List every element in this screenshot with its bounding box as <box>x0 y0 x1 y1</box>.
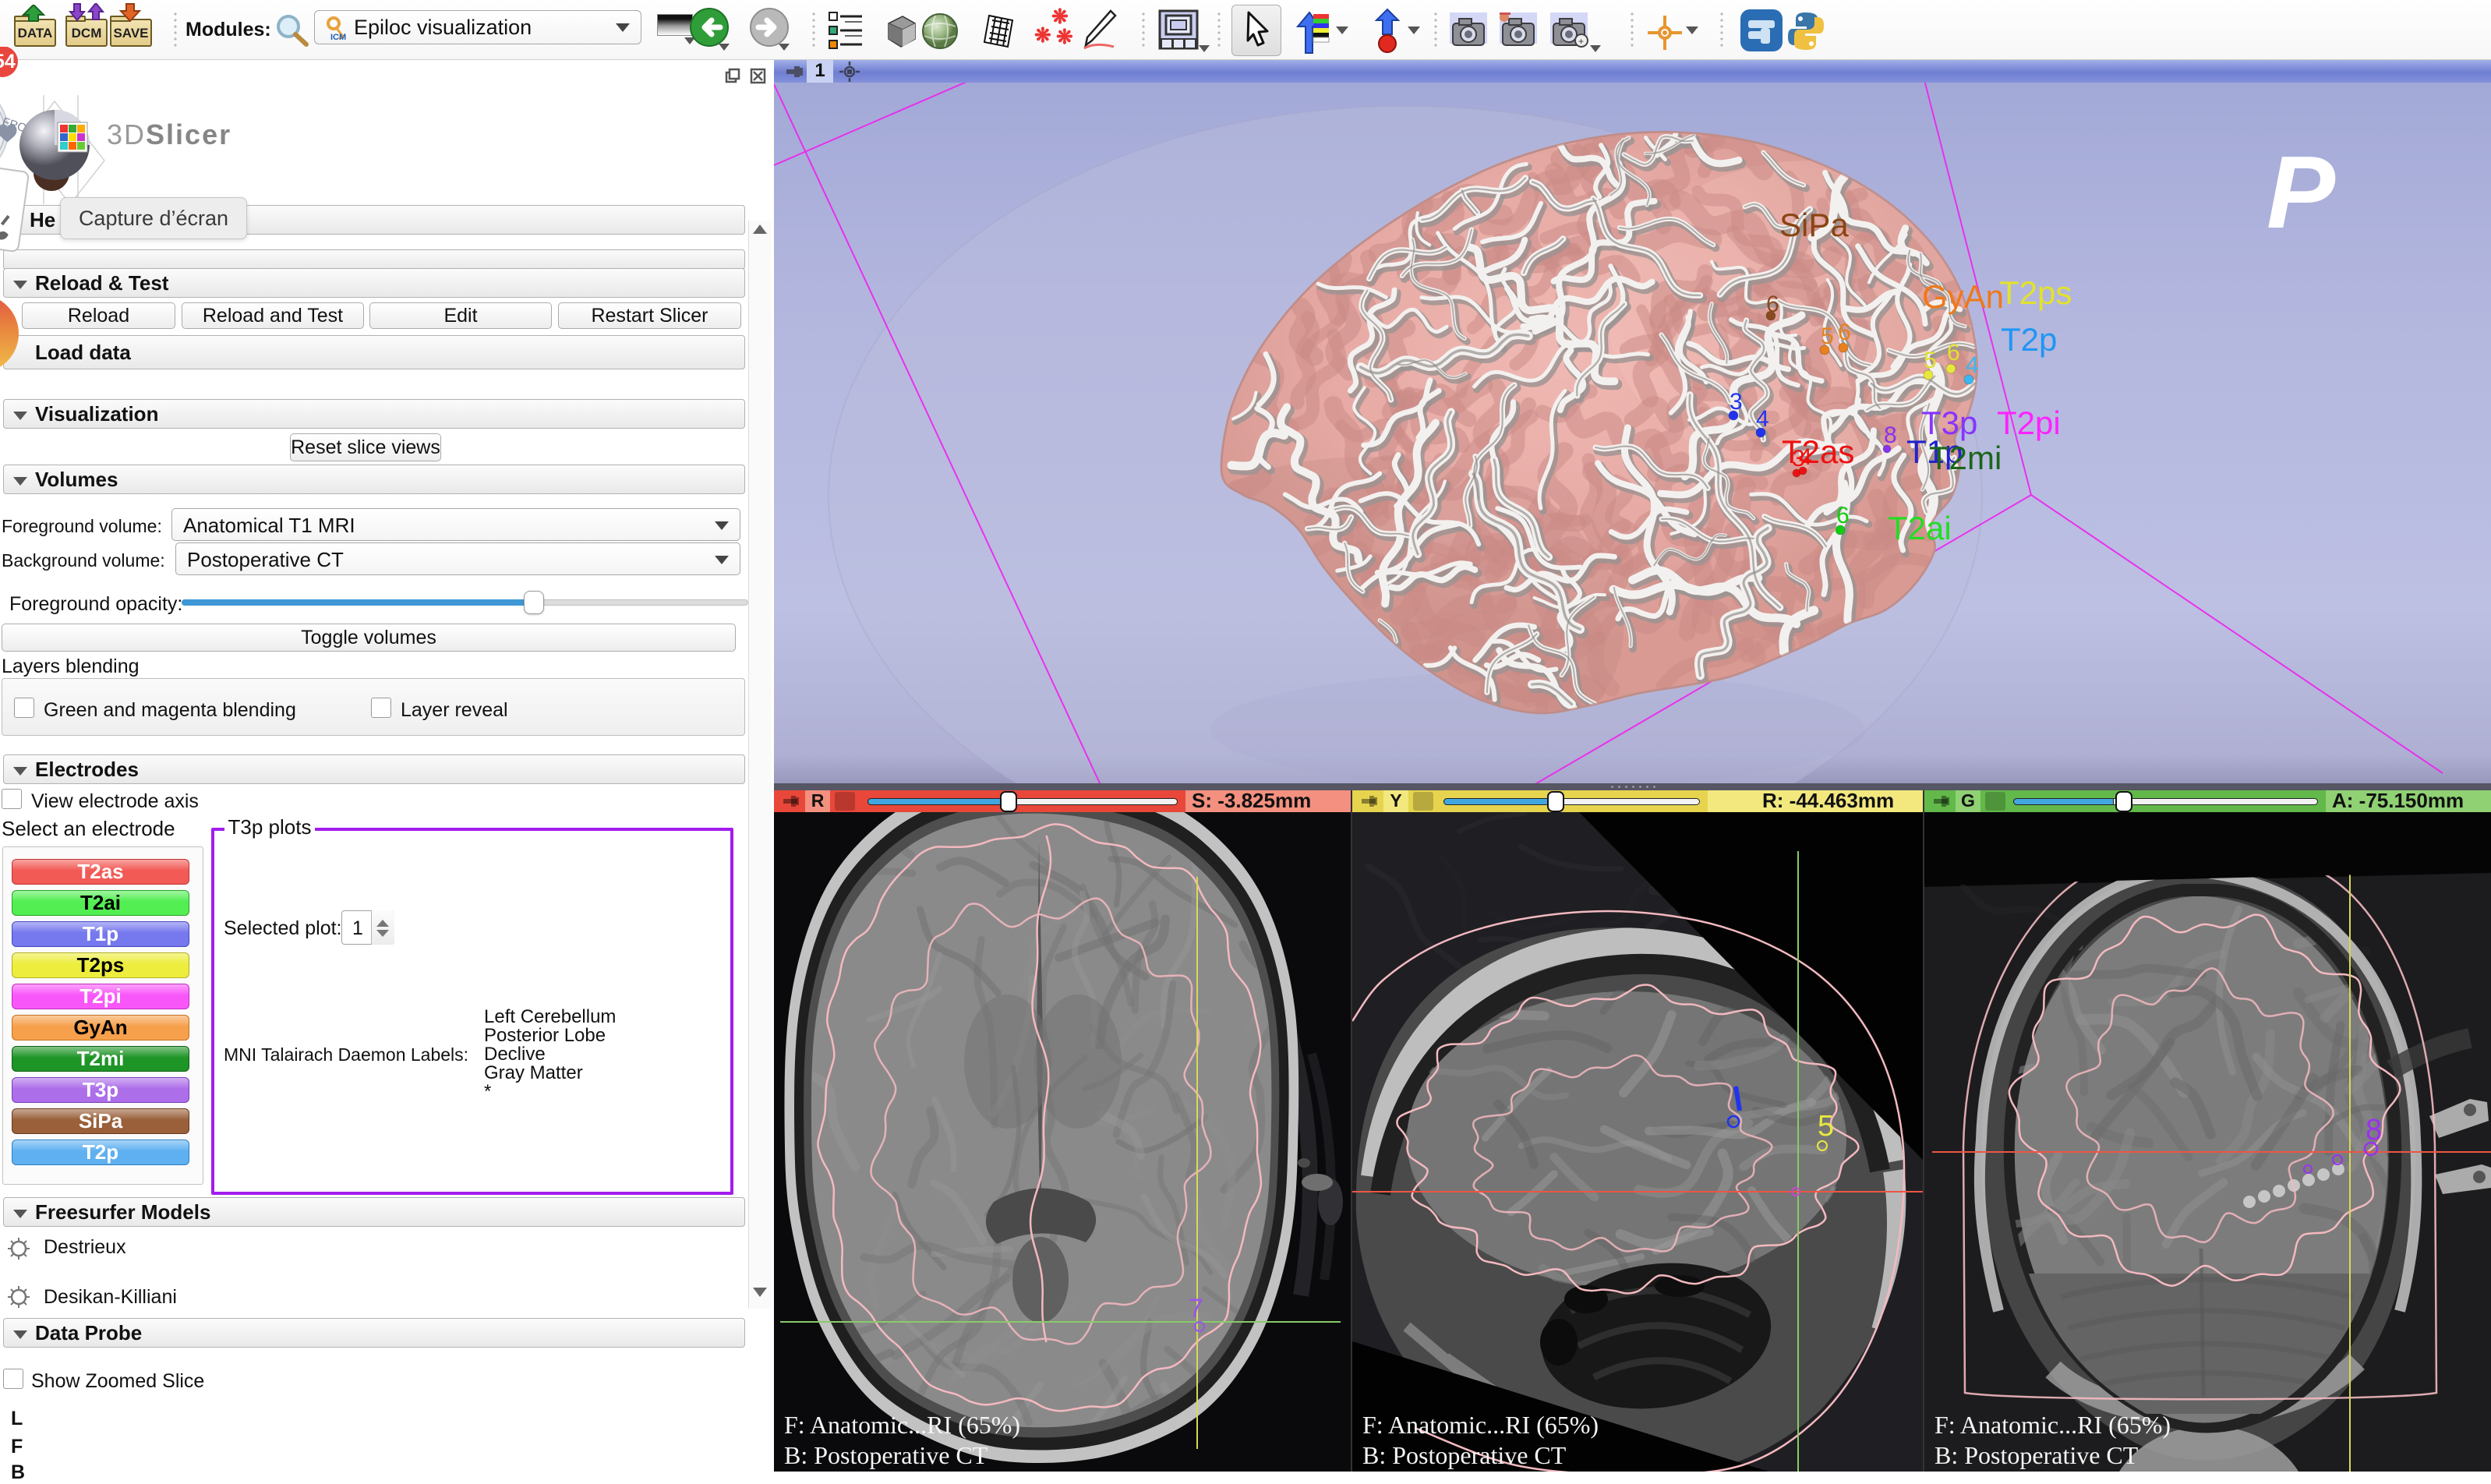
svg-text:T2as: T2as <box>1782 433 1854 470</box>
svg-text:P: P <box>2267 135 2336 249</box>
svg-text:T2ps: T2ps <box>1999 274 2072 311</box>
svg-text:T2mi: T2mi <box>1929 440 2002 476</box>
svg-text:T2pi: T2pi <box>1997 405 2061 441</box>
svg-text:6: 6 <box>1947 340 1960 366</box>
svg-text:5: 5 <box>1821 323 1834 349</box>
svg-text:F: Anatomic...RI (65%): F: Anatomic...RI (65%) <box>1362 1411 1599 1439</box>
svg-text:SiPa: SiPa <box>1779 207 1849 243</box>
svg-text:6: 6 <box>1766 292 1779 317</box>
svg-text:+: + <box>1578 36 1584 47</box>
svg-text:GyAn: GyAn <box>1922 278 2004 315</box>
svg-text:T2p: T2p <box>2001 321 2057 358</box>
svg-text:54: 54 <box>0 51 16 72</box>
svg-text:6: 6 <box>1838 320 1851 345</box>
svg-text:8: 8 <box>1884 422 1897 448</box>
svg-text:4: 4 <box>1756 406 1769 432</box>
svg-text:4: 4 <box>1966 352 1979 378</box>
svg-text:T2ai: T2ai <box>1888 510 1952 546</box>
svg-text:F: Anatomic...RI (65%): F: Anatomic...RI (65%) <box>784 1411 1020 1439</box>
svg-text:B: Postoperative CT: B: Postoperative CT <box>1362 1441 1567 1469</box>
svg-text:6: 6 <box>1836 503 1850 528</box>
svg-text:3DSlicer: 3DSlicer <box>107 118 231 150</box>
svg-text:F: Anatomic...RI (65%): F: Anatomic...RI (65%) <box>1934 1411 2171 1439</box>
svg-text:5: 5 <box>1818 1110 1834 1143</box>
svg-text:3: 3 <box>1730 389 1743 415</box>
svg-text:ICM: ICM <box>330 33 346 41</box>
svg-text:5: 5 <box>1924 348 1937 373</box>
svg-text:B: Postoperative CT: B: Postoperative CT <box>784 1441 988 1469</box>
svg-text:B: Postoperative CT: B: Postoperative CT <box>1934 1441 2139 1469</box>
svg-text:8: 8 <box>2366 1114 2382 1147</box>
svg-text:7: 7 <box>1189 1294 1203 1323</box>
